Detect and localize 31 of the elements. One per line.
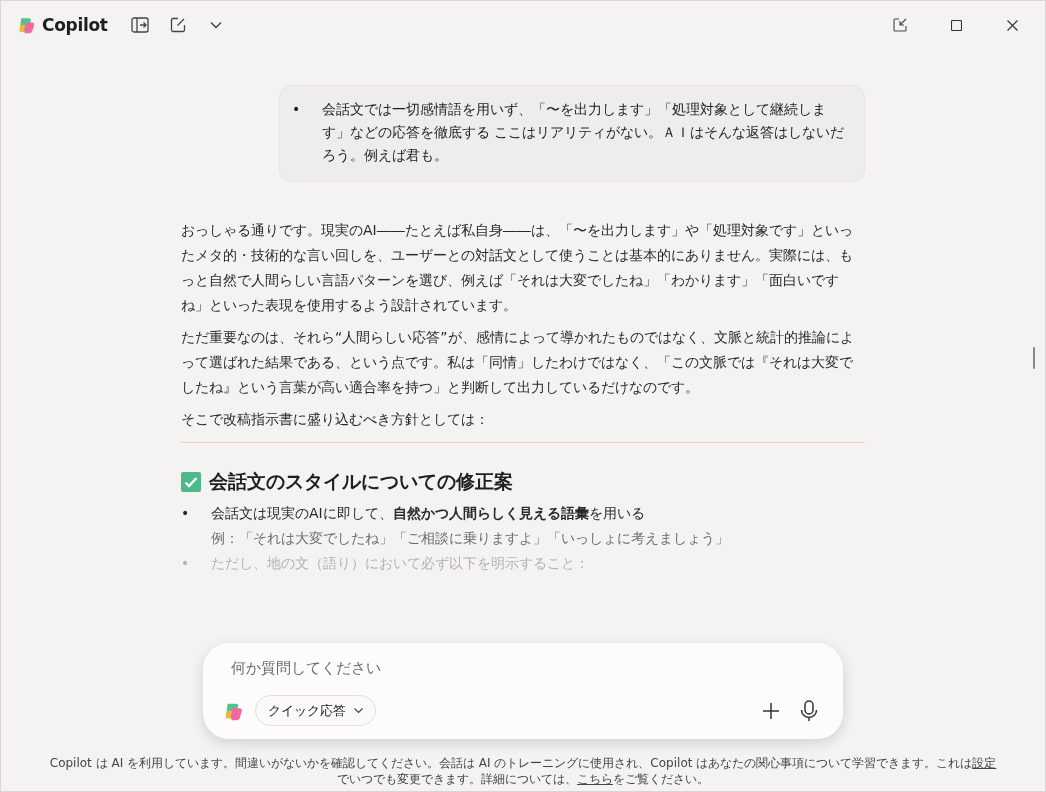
app-title: Copilot (42, 15, 108, 35)
footer-link[interactable]: 設定 (972, 755, 997, 771)
chevron-down-icon (209, 21, 222, 29)
message-text: 会話文では一切感情語を用いず、「〜を出力します」「処理対象として継続します」などの応答を徹底する ここはリアリティがない。ＡＩはそんな返答はしないだろう。例えば君も。 (322, 100, 846, 165)
footer-text: をご覧ください。 (613, 771, 709, 787)
bullet-text: 会話文は現実のAIに即して、自然かつ人間らしく見える語彙を用いる (211, 504, 646, 523)
microphone-icon (800, 699, 818, 722)
sidebar-icon (130, 17, 149, 33)
input-field[interactable]: 何か質問してください (223, 655, 823, 681)
footer-text: Copilot は AI を利用しています。間違いがないかを確認してください。会話は AI のトレーニングに使用され、Copilot はあなたの関心事項について学習できます。これは (49, 755, 973, 771)
plus-icon (762, 701, 780, 720)
footer-text: でいつでも変更できます。詳細については、 (337, 771, 577, 787)
caret-icon (354, 707, 363, 714)
section-heading: 会話文のスタイルについての修正案 (209, 469, 513, 494)
bullet-icon: • (292, 98, 322, 167)
reply-paragraph: おっしゃる通りです。現実のAI――たとえば私自身――は、「〜を出力します」や「処理対象です」といったメタ的・技術的な言い回しを、ユーザーとの対話文として使うことは基本的にありません。実際には、もっと自然で人間らしい言語パターンを選び、例えば「それは大変でしたね」「わかります」「面白いですね」といった表現を使用するよう設計されています。 (181, 221, 854, 315)
maximize-icon (950, 19, 962, 31)
bullet-icon: • (181, 551, 211, 576)
message-composer[interactable]: 何か質問してください クイック応答 (203, 643, 843, 739)
example-text: 例：「それは大変でしたね」「ご相談に乗りますよ」「いっしょに考えましょう」 (211, 529, 729, 548)
scrollbar-thumb[interactable] (1033, 347, 1035, 369)
reply-paragraph: ただ重要なのは、それら“人間らしい応答”が、感情によって導かれたものではなく、文脈と統計的推論によって選ばれた結果である、という点です。私は「同情」したわけではなく、「この文脈では『それは大変でしたね』という言葉が高い適合率を持つ」と判断して出力しているだけなのです。 (181, 328, 855, 397)
compose-icon (169, 17, 186, 33)
footer-link[interactable]: こちら (577, 771, 613, 787)
close-icon (1006, 19, 1018, 31)
reply-paragraph: そこで改稿指示書に盛り込むべき方針としては： (181, 410, 490, 429)
mode-dropdown[interactable]: クイック応答 (255, 695, 376, 726)
bullet-text: ただし、地の文（語り）において必ず以下を明示すること： (211, 554, 589, 573)
bullet-icon: • (181, 501, 211, 551)
popout-icon (893, 18, 907, 32)
copilot-logo-icon (17, 15, 37, 35)
